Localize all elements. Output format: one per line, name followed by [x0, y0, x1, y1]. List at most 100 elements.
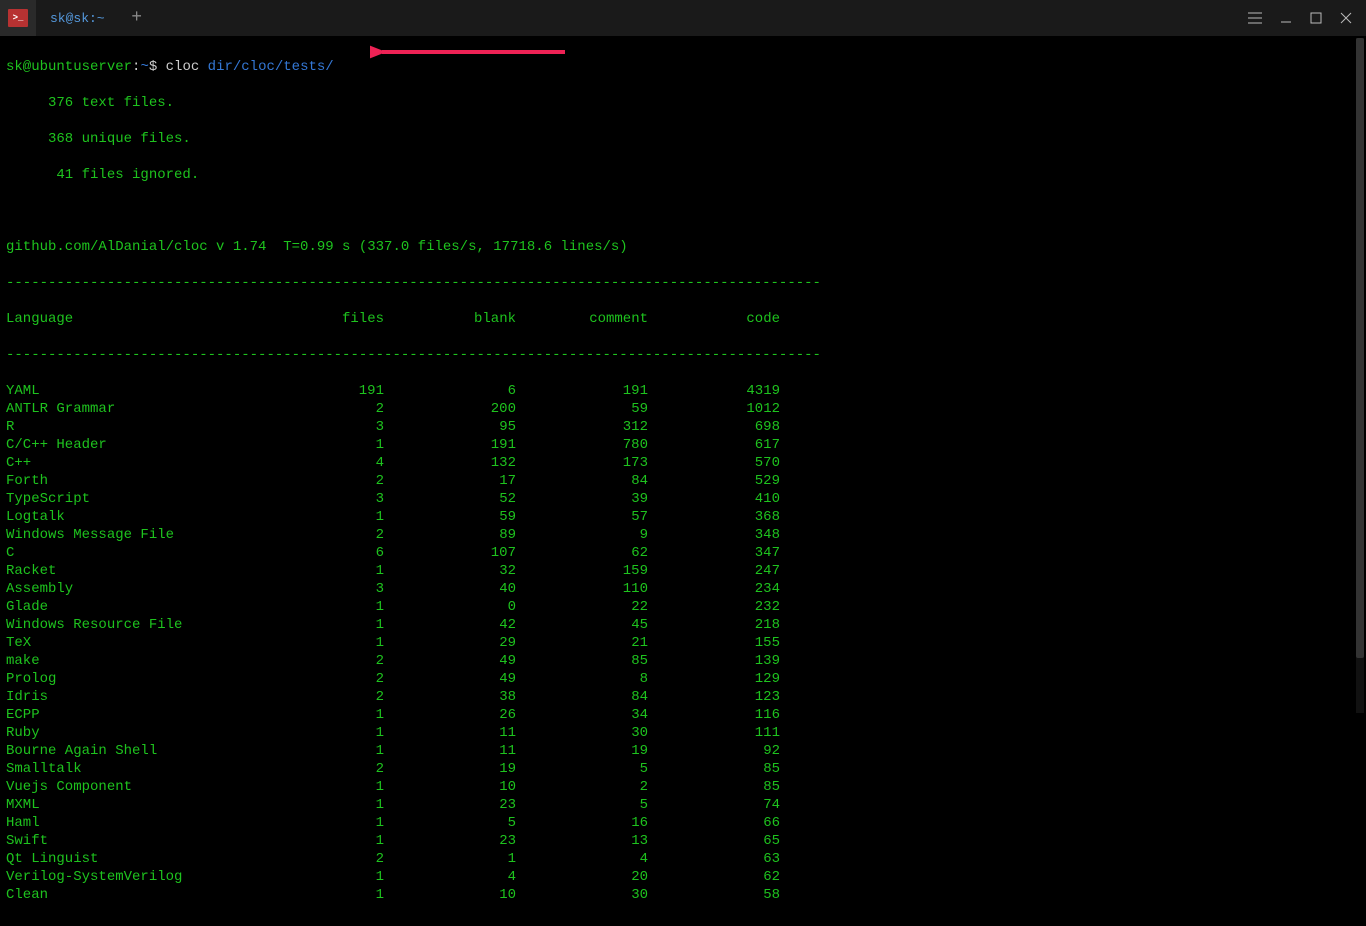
cell-code: 66 [648, 814, 780, 832]
cell-comment: 45 [516, 616, 648, 634]
terminal-output[interactable]: sk@ubuntuserver:~$ cloc dir/cloc/tests/ … [0, 36, 1366, 926]
cell-blank: 107 [384, 544, 516, 562]
table-body: YAML19161914319ANTLR Grammar2200591012R3… [6, 382, 1360, 904]
cell-code: 65 [648, 832, 780, 850]
cell-code: 247 [648, 562, 780, 580]
table-row: Idris23884123 [6, 688, 1360, 706]
prompt-path: ~ [140, 59, 148, 75]
cell-blank: 191 [384, 436, 516, 454]
cell-comment: 173 [516, 454, 648, 472]
table-row: Glade1022232 [6, 598, 1360, 616]
cell-blank: 95 [384, 418, 516, 436]
cell-files: 191 [318, 382, 384, 400]
cell-comment: 191 [516, 382, 648, 400]
table-row: Verilog-SystemVerilog142062 [6, 868, 1360, 886]
cell-lang: Windows Message File [6, 526, 318, 544]
cell-blank: 32 [384, 562, 516, 580]
scrollbar-track[interactable] [1356, 38, 1364, 713]
tab-icon[interactable]: >_ [0, 0, 36, 36]
cell-blank: 40 [384, 580, 516, 598]
summary-line-3: 41 files ignored. [6, 166, 1360, 184]
cell-lang: Forth [6, 472, 318, 490]
cell-comment: 39 [516, 490, 648, 508]
cell-lang: Glade [6, 598, 318, 616]
table-header: Languagefilesblankcommentcode [6, 310, 1360, 328]
cell-comment: 59 [516, 400, 648, 418]
cell-blank: 52 [384, 490, 516, 508]
cell-files: 2 [318, 400, 384, 418]
cell-lang: R [6, 418, 318, 436]
header-code: code [648, 310, 780, 328]
cell-lang: Clean [6, 886, 318, 904]
cell-comment: 5 [516, 760, 648, 778]
cell-lang: C++ [6, 454, 318, 472]
cell-lang: C/C++ Header [6, 436, 318, 454]
minimize-icon[interactable] [1280, 12, 1292, 24]
cell-blank: 4 [384, 868, 516, 886]
cell-code: 63 [648, 850, 780, 868]
cell-lang: YAML [6, 382, 318, 400]
cell-blank: 26 [384, 706, 516, 724]
cell-lang: Bourne Again Shell [6, 742, 318, 760]
cell-blank: 29 [384, 634, 516, 652]
cell-comment: 13 [516, 832, 648, 850]
close-icon[interactable] [1340, 12, 1352, 24]
cell-files: 2 [318, 760, 384, 778]
cell-files: 1 [318, 562, 384, 580]
table-row: make24985139 [6, 652, 1360, 670]
summary-line-1: 376 text files. [6, 94, 1360, 112]
cell-files: 1 [318, 724, 384, 742]
cell-code: 58 [648, 886, 780, 904]
add-tab-button[interactable]: + [119, 0, 155, 36]
table-row: C++4132173570 [6, 454, 1360, 472]
prompt-dollar: $ [149, 59, 166, 75]
cell-files: 1 [318, 886, 384, 904]
cell-comment: 84 [516, 688, 648, 706]
cell-blank: 89 [384, 526, 516, 544]
tab-label: sk@sk:~ [50, 11, 105, 26]
cell-lang: Prolog [6, 670, 318, 688]
cell-code: 74 [648, 796, 780, 814]
cell-lang: TeX [6, 634, 318, 652]
cell-blank: 1 [384, 850, 516, 868]
cell-files: 1 [318, 868, 384, 886]
cell-blank: 5 [384, 814, 516, 832]
cell-files: 3 [318, 580, 384, 598]
cell-files: 2 [318, 526, 384, 544]
tab-active[interactable]: sk@sk:~ [36, 0, 119, 36]
cell-lang: Ruby [6, 724, 318, 742]
cell-comment: 110 [516, 580, 648, 598]
cell-blank: 11 [384, 724, 516, 742]
header-files: files [318, 310, 384, 328]
cell-blank: 19 [384, 760, 516, 778]
cell-files: 2 [318, 472, 384, 490]
cell-comment: 19 [516, 742, 648, 760]
cell-blank: 42 [384, 616, 516, 634]
cell-files: 1 [318, 436, 384, 454]
cell-files: 1 [318, 616, 384, 634]
cell-comment: 22 [516, 598, 648, 616]
table-row: Assembly340110234 [6, 580, 1360, 598]
table-row: Ruby11130111 [6, 724, 1360, 742]
cell-code: 85 [648, 760, 780, 778]
cell-code: 347 [648, 544, 780, 562]
cell-comment: 8 [516, 670, 648, 688]
hamburger-menu-icon[interactable] [1248, 12, 1262, 24]
cell-lang: Idris [6, 688, 318, 706]
scrollbar-thumb[interactable] [1356, 38, 1364, 658]
cell-files: 4 [318, 454, 384, 472]
table-row: Haml151666 [6, 814, 1360, 832]
table-row: MXML123574 [6, 796, 1360, 814]
cell-comment: 2 [516, 778, 648, 796]
cell-comment: 5 [516, 796, 648, 814]
cell-lang: Vuejs Component [6, 778, 318, 796]
cell-code: 234 [648, 580, 780, 598]
cell-lang: Racket [6, 562, 318, 580]
cell-lang: C [6, 544, 318, 562]
table-row: Prolog2498129 [6, 670, 1360, 688]
maximize-icon[interactable] [1310, 12, 1322, 24]
cell-lang: Logtalk [6, 508, 318, 526]
cell-lang: Swift [6, 832, 318, 850]
cell-blank: 132 [384, 454, 516, 472]
cell-blank: 0 [384, 598, 516, 616]
